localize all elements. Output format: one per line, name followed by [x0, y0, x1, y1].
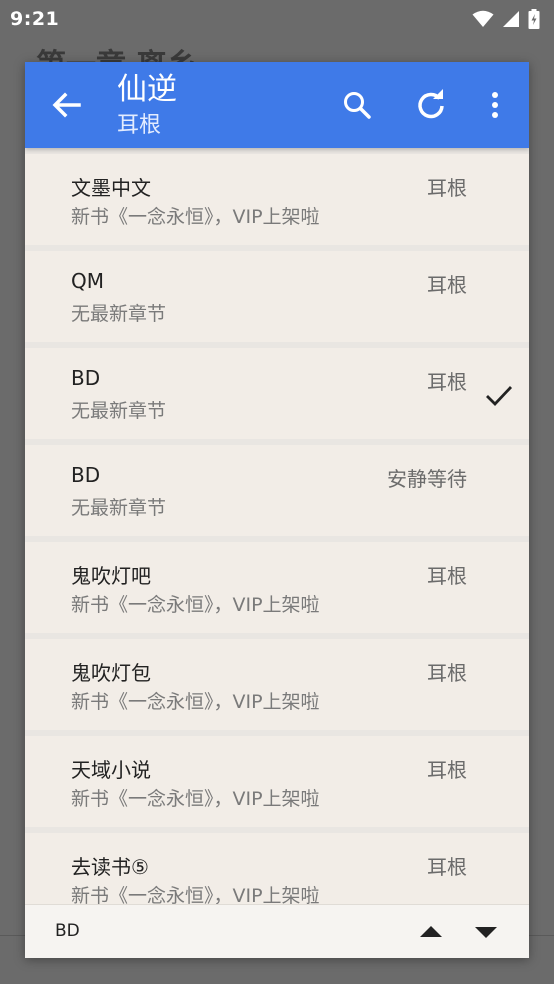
- list-item[interactable]: BD 无最新章节 安静等待: [25, 445, 529, 536]
- checkmark-icon: [486, 386, 513, 407]
- list-item[interactable]: 文墨中文 新书《一念永恒》，VIP上架啦 耳根: [25, 154, 529, 245]
- source-site-name: 去读书⑤: [71, 855, 149, 879]
- wifi-icon: [472, 10, 494, 27]
- source-author: 安静等待: [387, 467, 467, 491]
- signal-icon: [503, 11, 519, 27]
- source-author: 耳根: [427, 758, 467, 782]
- refresh-icon[interactable]: [415, 89, 447, 121]
- source-author: 耳根: [427, 176, 467, 200]
- latest-chapter: 新书《一念永恒》，VIP上架啦: [71, 594, 320, 616]
- latest-chapter: 新书《一念永恒》，VIP上架啦: [71, 206, 320, 228]
- arrow-down-icon[interactable]: [473, 922, 499, 942]
- list-item[interactable]: 鬼吹灯吧 新书《一念永恒》，VIP上架啦 耳根: [25, 542, 529, 633]
- more-vert-icon[interactable]: [479, 89, 511, 121]
- source-author: 耳根: [427, 273, 467, 297]
- source-author: 耳根: [427, 661, 467, 685]
- book-author: 耳根: [117, 113, 162, 138]
- status-bar: 9:21: [0, 0, 554, 38]
- list-item[interactable]: 鬼吹灯包 新书《一念永恒》，VIP上架啦 耳根: [25, 639, 529, 730]
- source-site-name: 鬼吹灯包: [71, 661, 151, 685]
- list-item[interactable]: 天域小说 新书《一念永恒》，VIP上架啦 耳根: [25, 736, 529, 827]
- list-item-selected[interactable]: BD 无最新章节 耳根: [25, 348, 529, 439]
- dialog-app-bar: 仙逆 耳根: [25, 62, 529, 148]
- source-author: 耳根: [427, 564, 467, 588]
- source-site-name: BD: [71, 366, 101, 390]
- source-site-name: 文墨中文: [71, 176, 151, 200]
- battery-icon: [528, 9, 540, 29]
- source-switch-dialog: 仙逆 耳根 文墨中文 新书《一念永恒》，VIP上架啦 耳根 QM 无最新章节 耳…: [25, 62, 529, 958]
- latest-chapter: 新书《一念永恒》，VIP上架啦: [71, 691, 320, 713]
- back-arrow-icon[interactable]: [51, 89, 83, 121]
- arrow-up-icon[interactable]: [418, 922, 444, 942]
- source-list[interactable]: 文墨中文 新书《一念永恒》，VIP上架啦 耳根 QM 无最新章节 耳根 BD 无…: [25, 148, 529, 904]
- source-site-name: 鬼吹灯吧: [71, 564, 151, 588]
- status-icons: [472, 9, 540, 29]
- latest-chapter: 无最新章节: [71, 497, 167, 519]
- source-site-name: 天域小说: [71, 758, 151, 782]
- source-author: 耳根: [427, 370, 467, 394]
- list-item[interactable]: QM 无最新章节 耳根: [25, 251, 529, 342]
- latest-chapter: 无最新章节: [71, 303, 167, 325]
- book-title: 仙逆: [117, 72, 177, 107]
- dialog-bottom-bar: BD: [25, 904, 529, 958]
- latest-chapter: 新书《一念永恒》，VIP上架啦: [71, 788, 320, 810]
- search-icon[interactable]: [341, 89, 373, 121]
- source-site-name: BD: [71, 463, 101, 487]
- list-item[interactable]: 去读书⑤ 新书《一念永恒》，VIP上架啦 耳根: [25, 833, 529, 904]
- source-site-name: QM: [71, 269, 104, 293]
- latest-chapter: 新书《一念永恒》，VIP上架啦: [71, 885, 320, 904]
- latest-chapter: 无最新章节: [71, 400, 167, 422]
- status-time: 9:21: [10, 8, 60, 30]
- source-author: 耳根: [427, 855, 467, 879]
- current-source-label: BD: [55, 921, 80, 941]
